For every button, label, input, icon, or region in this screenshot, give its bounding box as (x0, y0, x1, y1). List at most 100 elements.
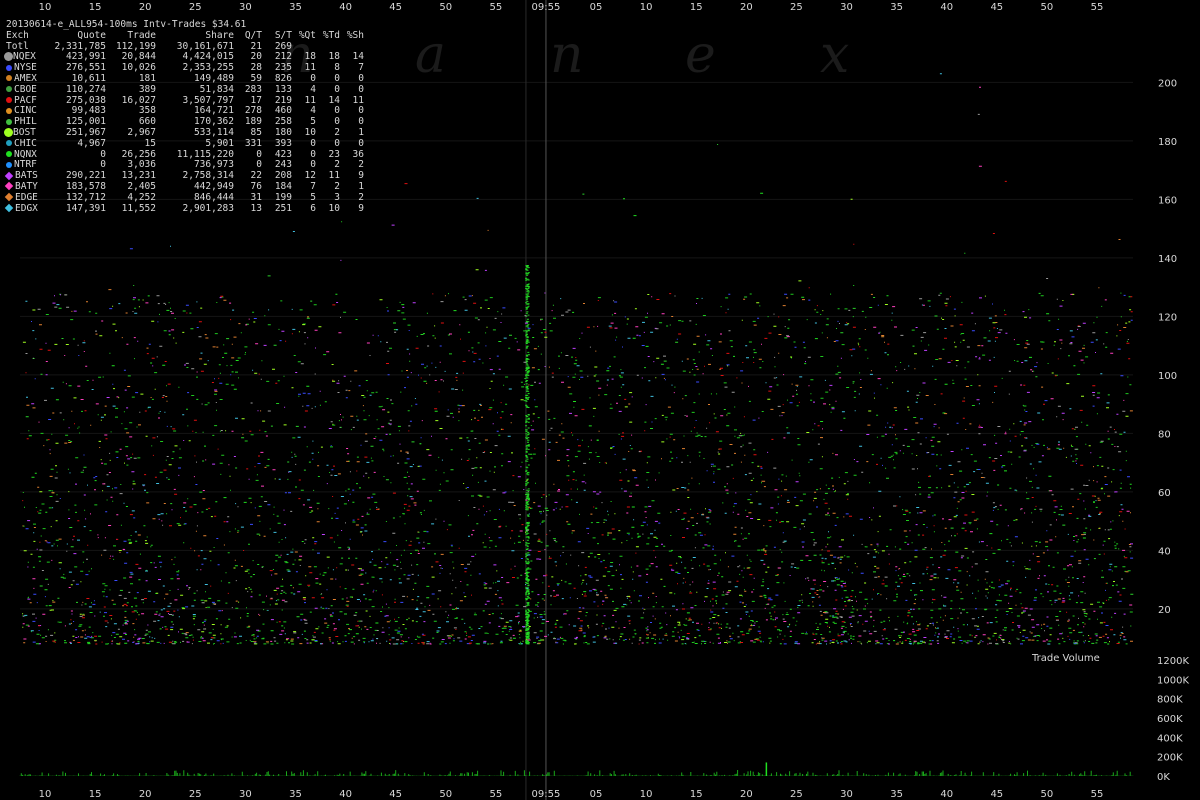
exchange-name: EDGE (4, 192, 50, 204)
x-tick-label-top: 40 (940, 2, 953, 13)
x-tick-label-top: 10 (39, 2, 52, 13)
stats-cell: 0 (358, 137, 364, 149)
y-tick-label: 160 (1158, 195, 1177, 206)
x-tick-label-bottom: 10 (39, 789, 52, 800)
exchange-name: CBOE (6, 84, 50, 96)
watermark-letter: n (550, 25, 584, 85)
x-tick-label-top: 35 (890, 2, 903, 13)
y-tick-label: 60 (1158, 488, 1171, 499)
stats-cell: 132,712 (65, 191, 106, 203)
stats-cell: 0 (334, 83, 340, 95)
x-tick-label-top: 20 (740, 2, 753, 13)
x-tick-label-bottom: 45 (990, 789, 1003, 800)
y-tick-label: 120 (1158, 312, 1177, 323)
stats-cell: 846,444 (193, 191, 234, 203)
x-tick-label-bottom: 25 (790, 789, 803, 800)
stats-cell: 2 (358, 191, 364, 203)
x-tick-label-top: 20 (139, 2, 152, 13)
x-tick-label-bottom: 15 (690, 789, 703, 800)
x-tick-label-bottom: 55 (1091, 789, 1104, 800)
stats-cell: Quote (77, 29, 106, 41)
y-tick-label: 140 (1158, 254, 1177, 265)
stats-cell: Share (205, 29, 234, 41)
x-tick-label-bottom: 35 (289, 789, 302, 800)
x-tick-label-top: 30 (840, 2, 853, 13)
x-tick-label-bottom: 40 (940, 789, 953, 800)
watermark-letter: a (415, 25, 446, 85)
x-tick-label-bottom: 15 (89, 789, 102, 800)
stats-cell: 13 (250, 202, 262, 214)
x-tick-label-top: 09:55 (532, 2, 561, 13)
stats-cell: 5,901 (205, 137, 234, 149)
exchange-marker-icon (6, 161, 12, 168)
x-tick-label-bottom: 35 (890, 789, 903, 800)
exchange-stats-table: 20130614-e_ALL954-100ms Intv-Trades $34.… (4, 19, 364, 215)
x-tick-label-bottom: 30 (840, 789, 853, 800)
x-tick-label-bottom: 10 (640, 789, 653, 800)
stats-cell: 51,834 (199, 83, 234, 95)
volume-tick-label: 0K (1157, 772, 1170, 783)
x-tick-label-top: 10 (640, 2, 653, 13)
exchange-name: EDGX (4, 203, 50, 215)
stats-header-row: Exch Quote Trade Share Q/T S/T %Qt %Td %Sh (6, 29, 364, 42)
x-tick-label-bottom: 20 (139, 789, 152, 800)
y-tick-label: 40 (1158, 546, 1171, 557)
exchange-marker-icon (4, 203, 14, 213)
exchange-marker-icon (6, 140, 12, 147)
y-tick-label: 100 (1158, 371, 1177, 382)
watermark-letter: x (820, 25, 849, 85)
x-tick-label-top: 15 (690, 2, 703, 13)
x-tick-label-top: 40 (339, 2, 352, 13)
volume-tick-label: 800K (1157, 695, 1183, 706)
volume-tick-label: 200K (1157, 753, 1183, 764)
exchange-marker-icon (6, 64, 12, 71)
stats-cell: 147,391 (65, 202, 106, 214)
volume-tick-label: 1200K (1157, 656, 1189, 667)
exchange-marker-icon (4, 182, 14, 191)
stats-cell: 2,901,283 (182, 202, 234, 214)
x-tick-label-top: 55 (489, 2, 502, 13)
stats-cell: 0 (310, 137, 316, 149)
stats-cell: 393 (274, 137, 292, 149)
exchange-marker-icon (4, 127, 13, 137)
x-tick-label-top: 45 (389, 2, 402, 13)
exchange-name: Exch (6, 29, 29, 41)
stats-cell: 15 (144, 137, 156, 149)
exchange-marker-icon (6, 75, 12, 82)
stats-cell: 9 (358, 202, 364, 214)
y-tick-label: 20 (1158, 605, 1171, 616)
stats-cell: 3 (334, 191, 340, 203)
stats-cell: 110,274 (65, 83, 106, 95)
x-tick-label-top: 25 (790, 2, 803, 13)
stats-cell: 199 (274, 191, 292, 203)
x-tick-label-top: 15 (89, 2, 102, 13)
stats-cell: 10 (328, 202, 340, 214)
x-tick-label-top: 50 (1041, 2, 1054, 13)
stats-cell: Q/T (244, 29, 262, 41)
x-tick-label-top: 05 (590, 2, 603, 13)
stats-cell: 4,252 (127, 191, 156, 203)
y-tick-label: 80 (1158, 429, 1171, 440)
stats-cell: Trade (127, 29, 156, 41)
exchange-marker-icon (4, 52, 13, 62)
y-tick-label: 200 (1158, 78, 1177, 89)
stats-cell: 0 (334, 137, 340, 149)
x-tick-label-top: 25 (189, 2, 202, 13)
x-tick-label-bottom: 20 (740, 789, 753, 800)
volume-tick-label: 600K (1157, 714, 1183, 725)
volume-axis-label: Trade Volume (1031, 653, 1100, 664)
stats-cell: %Sh (346, 29, 364, 41)
exchange-marker-icon (4, 171, 14, 180)
exchange-marker-icon (6, 97, 12, 104)
volume-tick-label: 1000K (1157, 675, 1189, 686)
stats-cell: 4 (310, 83, 316, 95)
x-tick-label-bottom: 45 (389, 789, 402, 800)
x-tick-label-top: 35 (289, 2, 302, 13)
y-tick-label: 180 (1158, 137, 1177, 148)
stats-row: EDGX 147,391 11,552 2,901,283 13 251 6 10 9 (4, 202, 364, 215)
stats-cell: 0 (100, 148, 106, 160)
x-tick-label-bottom: 09:55 (532, 789, 561, 800)
exchange-marker-icon (4, 193, 14, 202)
volume-tick-label: 400K (1157, 733, 1183, 744)
stats-cell: 331 (244, 137, 262, 149)
